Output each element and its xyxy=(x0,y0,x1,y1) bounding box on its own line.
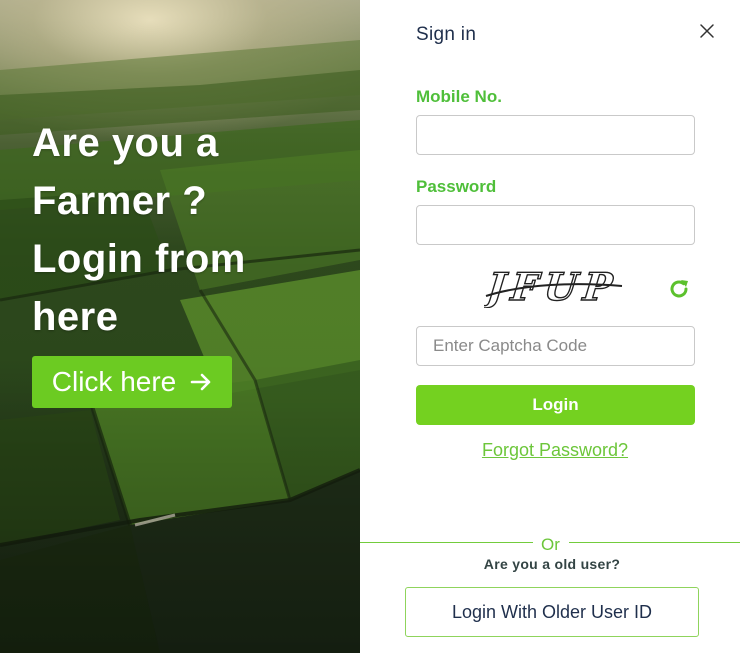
hero-heading-line: here xyxy=(32,295,119,339)
click-here-button[interactable]: Click here xyxy=(32,356,232,408)
login-with-older-user-id-button[interactable]: Login With Older User ID xyxy=(405,587,699,637)
divider-left xyxy=(360,542,533,543)
forgot-password-link[interactable]: Forgot Password? xyxy=(360,440,740,461)
mobile-label: Mobile No. xyxy=(416,87,502,106)
captcha-text: JFUP xyxy=(484,264,620,308)
or-separator-label: Or xyxy=(541,535,560,554)
sign-in-panel: Sign in Mobile No. Password JFUP Login F… xyxy=(360,0,740,653)
divider-right xyxy=(569,542,740,543)
hero-heading: Are you a Farmer ? Login from here xyxy=(32,114,342,346)
hero-heading-line: Login from xyxy=(32,237,246,281)
captcha-input[interactable] xyxy=(416,326,695,366)
mobile-number-input[interactable] xyxy=(416,115,695,155)
refresh-icon[interactable] xyxy=(667,277,691,301)
click-here-label: Click here xyxy=(51,366,177,397)
sign-in-title: Sign in xyxy=(416,24,477,45)
password-input[interactable] xyxy=(416,205,695,245)
login-button[interactable]: Login xyxy=(416,385,695,425)
hero-heading-line: Are you a xyxy=(32,121,219,165)
old-user-question: Are you a old user? xyxy=(483,556,621,572)
hero-banner: Are you a Farmer ? Login from here Click… xyxy=(0,0,360,653)
hero-heading-line: Farmer ? xyxy=(32,179,208,223)
close-icon[interactable] xyxy=(698,22,716,40)
password-label: Password xyxy=(416,177,497,196)
arrow-right-icon xyxy=(190,373,211,391)
captcha-image: JFUP xyxy=(484,263,623,308)
